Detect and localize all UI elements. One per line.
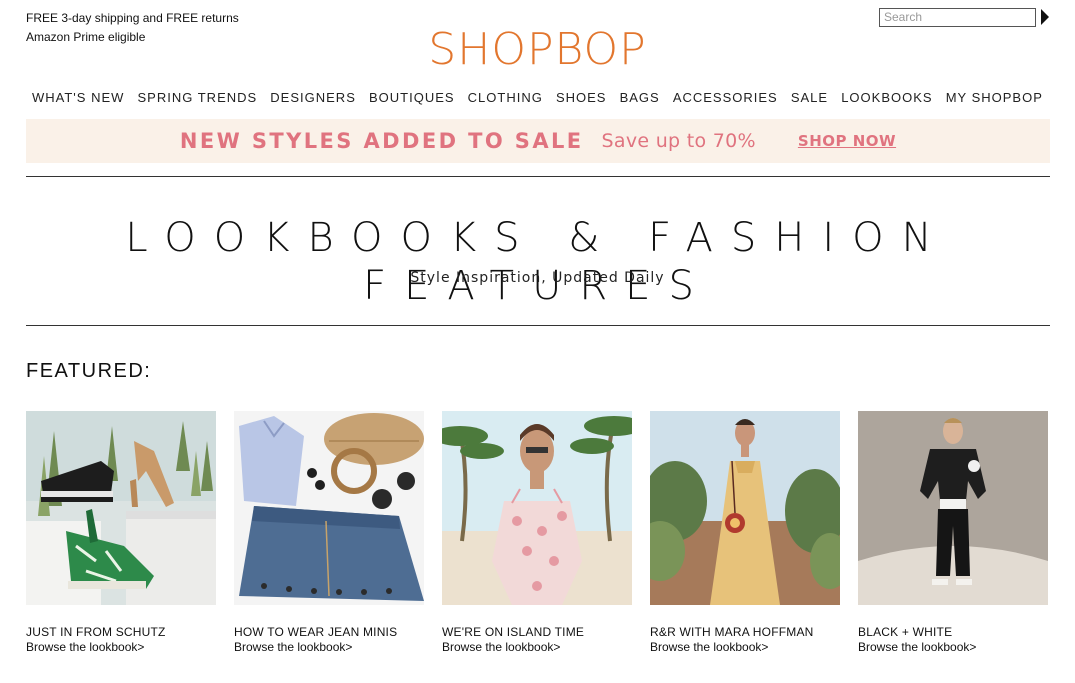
island-time-image[interactable] — [442, 411, 632, 605]
nav-item-boutiques[interactable]: BOUTIQUES — [363, 90, 461, 105]
nav-item-lookbooks[interactable]: LOOKBOOKS — [835, 90, 938, 105]
card-title[interactable]: WE'RE ON ISLAND TIME — [442, 625, 632, 639]
search-arrow-icon[interactable] — [1041, 9, 1049, 25]
page-subtitle: Style Inspiration, Updated Daily — [410, 270, 665, 286]
shopbop-logo[interactable]: SHOPBOP — [0, 22, 1075, 78]
browse-lookbook-link[interactable]: Browse the lookbook> — [26, 640, 216, 654]
card-title[interactable]: R&R WITH MARA HOFFMAN — [650, 625, 840, 639]
nav-item-whats-new[interactable]: WHAT'S NEW — [26, 90, 130, 105]
browse-lookbook-link[interactable]: Browse the lookbook> — [650, 640, 840, 654]
sale-banner[interactable]: NEW STYLES ADDED TO SALE Save up to 70% … — [26, 119, 1050, 163]
browse-lookbook-link[interactable]: Browse the lookbook> — [858, 640, 1048, 654]
featured-cards: JUST IN FROM SCHUTZ Browse the lookbook> — [26, 411, 1050, 671]
banner-subtext: Save up to 70% — [601, 130, 756, 152]
browse-lookbook-link[interactable]: Browse the lookbook> — [442, 640, 632, 654]
nav-item-clothing[interactable]: CLOTHING — [462, 90, 549, 105]
shop-now-link[interactable]: SHOP NOW — [798, 132, 896, 150]
divider-bottom — [26, 325, 1050, 326]
nav-item-sale[interactable]: SALE — [785, 90, 834, 105]
nav-item-spring-trends[interactable]: SPRING TRENDS — [132, 90, 264, 105]
divider-top — [26, 176, 1050, 177]
schutz-shoes-image[interactable] — [26, 411, 216, 605]
card-title[interactable]: BLACK + WHITE — [858, 625, 1048, 639]
main-nav: WHAT'S NEW SPRING TRENDS DESIGNERS BOUTI… — [26, 90, 1049, 105]
nav-item-bags[interactable]: BAGS — [614, 90, 666, 105]
nav-item-designers[interactable]: DESIGNERS — [264, 90, 362, 105]
search-box — [879, 7, 1049, 27]
nav-item-my-shopbop[interactable]: MY SHOPBOP — [940, 90, 1049, 105]
black-white-image[interactable] — [858, 411, 1048, 605]
browse-lookbook-link[interactable]: Browse the lookbook> — [234, 640, 424, 654]
featured-heading: FEATURED: — [26, 360, 152, 382]
card-title[interactable]: HOW TO WEAR JEAN MINIS — [234, 625, 424, 639]
nav-item-accessories[interactable]: ACCESSORIES — [667, 90, 784, 105]
lookbook-card: R&R WITH MARA HOFFMAN Browse the lookboo… — [650, 411, 840, 654]
banner-headline: NEW STYLES ADDED TO SALE — [179, 129, 584, 153]
lookbook-card: WE'RE ON ISLAND TIME Browse the lookbook… — [442, 411, 632, 654]
page-title: LOOKBOOKS & FASHION FEATURES — [125, 215, 950, 309]
lookbook-card: BLACK + WHITE Browse the lookbook> — [858, 411, 1048, 654]
search-input[interactable] — [879, 7, 1036, 27]
lookbook-card: HOW TO WEAR JEAN MINIS Browse the lookbo… — [234, 411, 424, 654]
card-title[interactable]: JUST IN FROM SCHUTZ — [26, 625, 216, 639]
lookbook-card: JUST IN FROM SCHUTZ Browse the lookbook> — [26, 411, 216, 654]
jean-mini-flatlay-image[interactable] — [234, 411, 424, 605]
nav-item-shoes[interactable]: SHOES — [550, 90, 613, 105]
mara-hoffman-image[interactable] — [650, 411, 840, 605]
